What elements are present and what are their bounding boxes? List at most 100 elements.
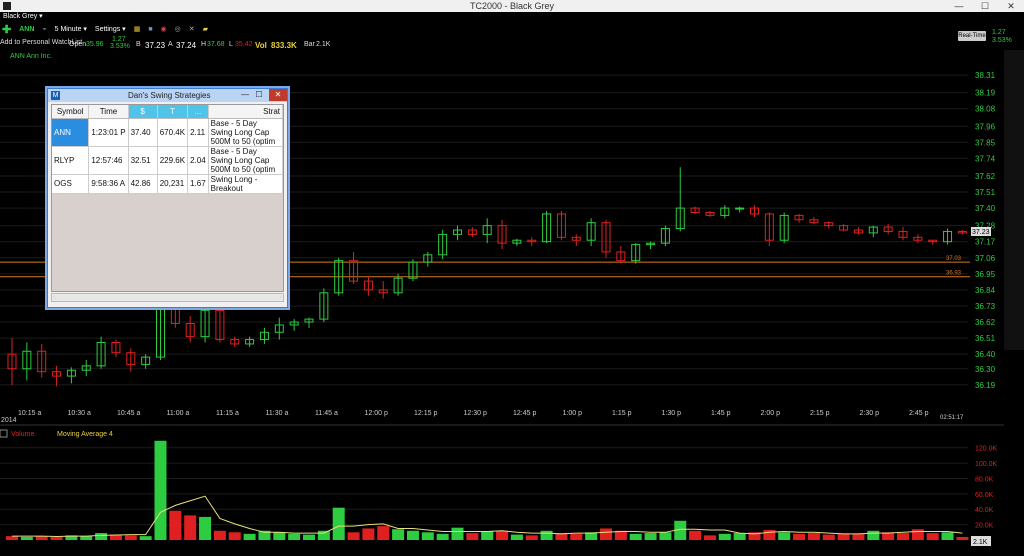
last-price-value: 37.23 <box>972 229 990 236</box>
volume-bar <box>540 530 553 540</box>
cell-ratio: 2.04 <box>187 146 209 175</box>
snapshot-icon[interactable]: ◎ <box>175 25 181 33</box>
dialog-app-icon: M <box>51 91 60 100</box>
high-label: H <box>201 41 207 48</box>
settings-menu[interactable]: Settings ▾ <box>95 25 126 33</box>
scan-results-grid[interactable]: Symbol Time $ T ... Strat ANN 1:23:01 P 37… <box>51 104 284 292</box>
realtime-change-value: 1.27 <box>992 29 1006 36</box>
maximize-button[interactable]: ☐ <box>972 0 998 12</box>
y-tick-label: 38.19 <box>975 89 996 98</box>
tools-icon[interactable]: ✕ <box>189 25 195 33</box>
scan-result-row[interactable]: ANN 1:23:01 P 37.40 670.4K 2.11 Base - 5 Day … <box>52 118 283 147</box>
layout-selector[interactable]: Black Grey ▾ <box>3 12 43 20</box>
cell-symbol: OGS <box>52 174 90 194</box>
col-symbol[interactable]: Symbol <box>52 105 90 119</box>
scroll-right-icon[interactable]: › <box>280 294 282 301</box>
col-strategy[interactable]: Strat <box>208 105 283 119</box>
low-value: 35.42 <box>235 41 253 48</box>
volume-tick-label: 20.0K <box>975 523 994 530</box>
cell-ratio: 1.67 <box>187 174 209 194</box>
x-tick-label: 12:45 p <box>513 410 536 417</box>
bid-value: 37.23 <box>145 41 166 50</box>
reference-line-label: 37.03 <box>946 256 962 262</box>
volume-bar <box>466 533 479 540</box>
col-ratio[interactable]: ... <box>187 105 209 119</box>
horizontal-scrollbar[interactable]: ‹ › <box>51 293 284 302</box>
x-tick-label: 2:00 p <box>761 410 781 417</box>
dialog-minimize-button[interactable]: — <box>238 89 252 101</box>
col-time[interactable]: Time <box>88 105 129 119</box>
save-icon[interactable]: ■ <box>148 26 152 33</box>
volume-bar <box>525 535 538 540</box>
open-value: 35.96 <box>86 41 104 48</box>
volume-bar <box>139 536 152 540</box>
realtime-button[interactable]: Real-Time <box>958 31 986 41</box>
volume-tick-label: 80.0K <box>975 476 994 483</box>
scan-result-row[interactable]: OGS 9:58:36 A 42.86 20,231 1.67 Swing Long - … <box>52 174 283 194</box>
dialog-maximize-button[interactable]: ☐ <box>252 89 266 101</box>
realtime-change: 1.27 3.53% <box>992 29 1012 45</box>
volume-tick-label: 120.0K <box>975 446 998 453</box>
close-button[interactable]: ✕ <box>998 0 1024 12</box>
volume-bar <box>95 533 108 540</box>
vol-value: 833.3K <box>271 41 297 50</box>
candle-body <box>735 207 745 210</box>
col-price[interactable]: $ <box>128 105 158 119</box>
volume-bar <box>941 532 954 540</box>
alarm-icon[interactable]: ◉ <box>161 25 167 33</box>
cell-price: 42.86 <box>128 174 158 194</box>
volume-bar <box>600 528 612 540</box>
cell-volume: 670.4K <box>157 118 189 147</box>
indicator-icon[interactable]: ▦ <box>134 25 141 33</box>
col-volume[interactable]: T <box>157 105 189 119</box>
layout-bar: Black Grey ▾ <box>0 12 1024 22</box>
interval-selector[interactable]: 5 Minute ▾ <box>55 25 87 33</box>
volume-bar <box>911 529 924 540</box>
drawing-tools-panel[interactable] <box>1004 50 1024 350</box>
cell-strategy: Base - 5 Day Swing Long Cap 500M to 50 (… <box>208 146 283 175</box>
y-tick-label: 37.74 <box>975 154 996 163</box>
scan-result-row[interactable]: RLYP 12:57:46 32.51 229.6K 2.04 Base - 5 Day … <box>52 146 283 175</box>
y-tick-label: 37.17 <box>975 238 996 247</box>
bid-label: B <box>136 41 141 48</box>
window-titlebar: TC2000 - Black Grey — ☐ ✕ <box>0 0 1024 12</box>
dialog-close-button[interactable]: ✕ <box>269 89 287 101</box>
cell-symbol: RLYP <box>52 146 90 175</box>
volume-bar <box>703 535 716 540</box>
scroll-left-icon[interactable]: ‹ <box>53 294 55 301</box>
note-icon[interactable]: ▰ <box>203 25 208 33</box>
company-name: ANN Ann Inc. <box>10 53 52 60</box>
ask-label: A <box>168 41 173 48</box>
volume-bar <box>926 533 939 540</box>
volume-bar <box>778 532 791 540</box>
y-tick-label: 38.31 <box>975 71 996 80</box>
add-icon[interactable]: ✚ <box>2 23 11 36</box>
last-volume-value: 2.1K <box>973 539 988 546</box>
close-pane-icon[interactable] <box>0 429 8 438</box>
volume-bar <box>570 533 583 540</box>
x-tick-label: 1:30 p <box>662 410 682 417</box>
toolbar: ✚ ANN ⌁ 5 Minute ▾ Settings ▾ ▦ ■ ◉ ◎ ✕ … <box>0 22 1024 36</box>
volume-bar <box>20 536 33 540</box>
high-value: 37.68 <box>207 41 225 48</box>
volume-tick-label: 40.0K <box>975 507 994 514</box>
volume-bar <box>228 532 241 540</box>
volume-bar <box>718 533 731 540</box>
minimize-button[interactable]: — <box>946 0 972 12</box>
x-tick-label: 12:00 p <box>365 410 388 417</box>
link-icon[interactable]: ⌁ <box>42 25 46 33</box>
cell-strategy: Swing Long - Breakout <box>208 174 283 194</box>
volume-bar <box>332 507 345 540</box>
volume-bar <box>496 530 509 540</box>
y-tick-label: 37.85 <box>975 138 996 147</box>
volume-bar <box>763 530 776 540</box>
symbol-field[interactable]: ANN <box>19 26 34 33</box>
swing-strategies-dialog[interactable]: M Dan's Swing Strategies — ☐ ✕ Symbol Ti… <box>47 88 288 308</box>
volume-bar <box>124 535 137 540</box>
realtime-change-pct: 3.53% <box>992 37 1012 44</box>
volume-bar <box>481 531 494 540</box>
x-tick-label: 10:45 a <box>117 410 140 417</box>
y-tick-label: 36.51 <box>975 334 996 343</box>
dialog-titlebar[interactable]: M Dan's Swing Strategies — ☐ ✕ <box>48 89 287 102</box>
grid-header-row: Symbol Time $ T ... Strat <box>52 105 283 119</box>
